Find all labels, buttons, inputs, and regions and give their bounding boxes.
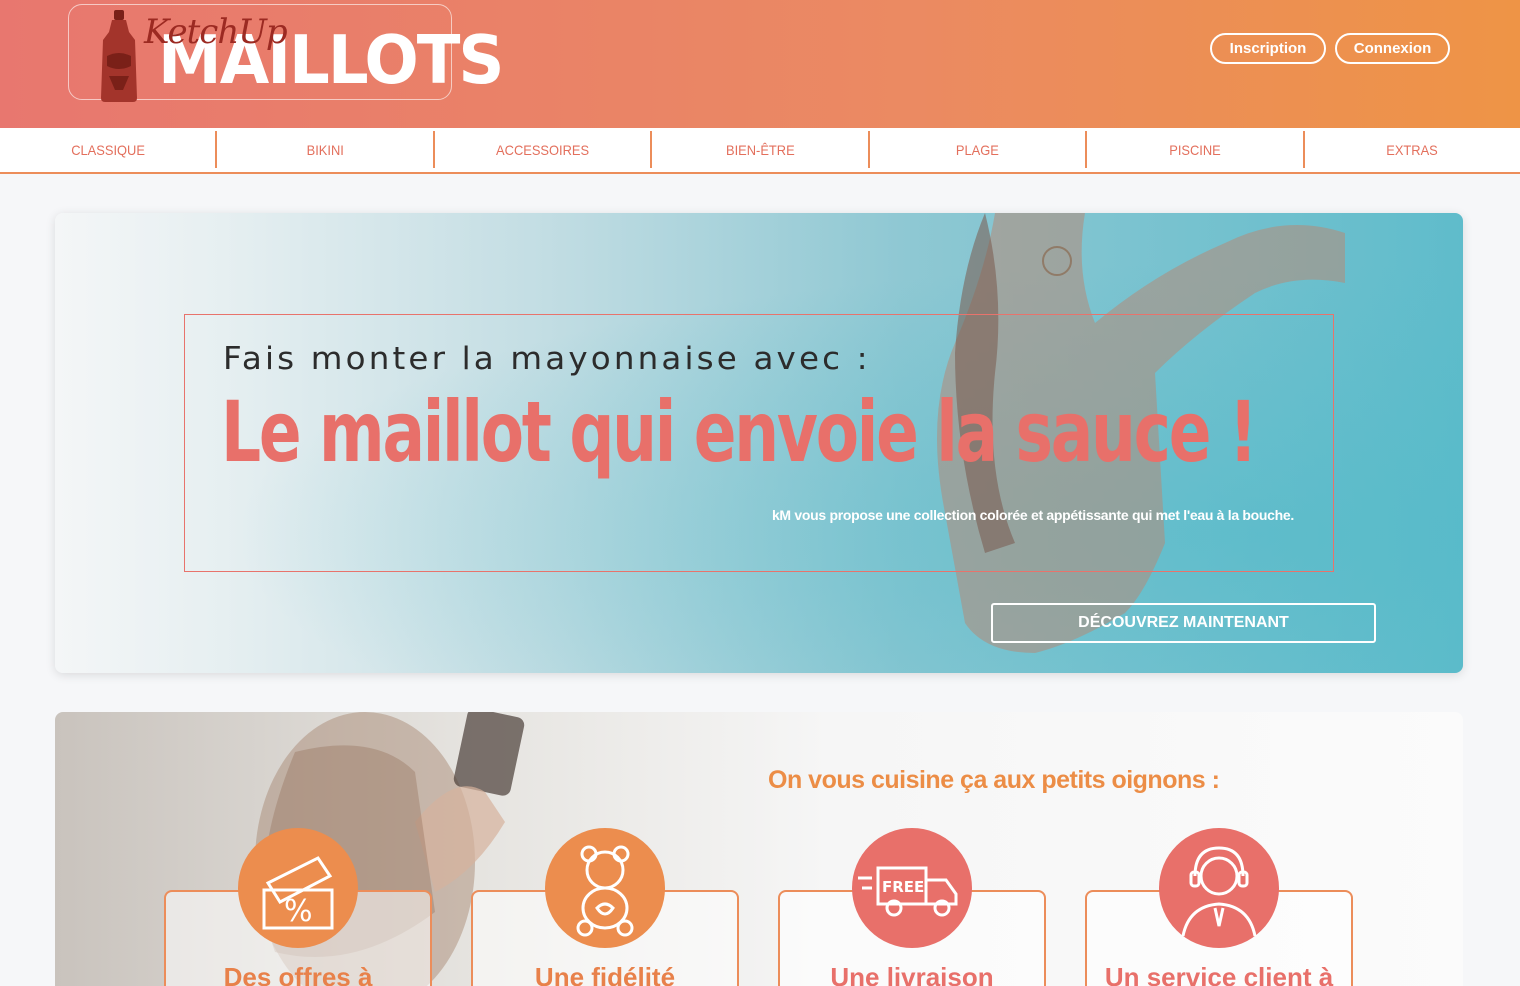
site-header: MAILLOTS KetchUp Inscription Connexion xyxy=(0,0,1520,128)
features-title: On vous cuisine ça aux petits oignons : xyxy=(768,766,1220,794)
feature-card-title: Des offres à xyxy=(223,962,373,986)
nav-item-extras[interactable]: EXTRAS xyxy=(1305,131,1520,168)
feature-card-title: Une livraison xyxy=(830,962,994,986)
nav-item-accessoires[interactable]: ACCESSOIRES xyxy=(435,131,653,168)
hero-banner: Fais monter la mayonnaise avec : Le mail… xyxy=(55,213,1463,673)
customer-support-icon xyxy=(1159,828,1279,948)
free-delivery-truck-icon: FREE xyxy=(852,828,972,948)
login-button[interactable]: Connexion xyxy=(1335,33,1450,64)
feature-card-title: Une fidélité xyxy=(534,962,676,986)
svg-text:%: % xyxy=(284,894,313,929)
hero-description: kM vous propose une collection colorée e… xyxy=(771,507,1294,523)
logo-script: KetchUp xyxy=(144,12,288,52)
nav-label: BIKINI xyxy=(306,141,344,158)
nav-label: BIEN-ÊTRE xyxy=(725,141,795,158)
nav-label: ACCESSOIRES xyxy=(496,141,590,158)
svg-text:FREE: FREE xyxy=(882,878,924,896)
nav-item-plage[interactable]: PLAGE xyxy=(870,131,1088,168)
nav-item-bikini[interactable]: BIKINI xyxy=(217,131,435,168)
nav-label: CLASSIQUE xyxy=(70,141,145,158)
feature-card[interactable]: FREE Une livraison xyxy=(778,828,1046,986)
nav-item-piscine[interactable]: PISCINE xyxy=(1087,131,1305,168)
features-section: On vous cuisine ça aux petits oignons : … xyxy=(55,712,1463,986)
nav-label: PISCINE xyxy=(1169,141,1221,158)
feature-card[interactable]: % Des offres à xyxy=(164,828,432,986)
nav-item-classique[interactable]: CLASSIQUE xyxy=(0,131,218,168)
discover-now-button[interactable]: DÉCOUVREZ MAINTENANT xyxy=(991,603,1376,643)
feature-card[interactable]: Une fidélité xyxy=(471,828,739,986)
signup-button[interactable]: Inscription xyxy=(1210,33,1326,64)
nav-item-bien-etre[interactable]: BIEN-ÊTRE xyxy=(652,131,870,168)
category-nav: CLASSIQUE BIKINI ACCESSOIRES BIEN-ÊTRE P… xyxy=(0,128,1520,174)
teddy-bear-icon xyxy=(545,828,665,948)
discount-ticket-icon: % xyxy=(238,828,358,948)
nav-label: EXTRAS xyxy=(1386,141,1439,158)
hero-subtitle: Fais monter la mayonnaise avec : xyxy=(223,341,871,377)
feature-card-title: Un service client à xyxy=(1104,962,1334,986)
feature-card[interactable]: Un service client à xyxy=(1085,828,1353,986)
hero-title: Le maillot qui envoie la sauce ! xyxy=(221,383,1258,481)
ketchup-bottle-icon xyxy=(101,10,137,102)
nav-label: PLAGE xyxy=(955,141,999,158)
